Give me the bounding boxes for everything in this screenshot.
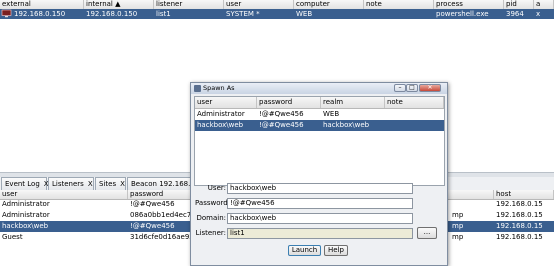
- tab-label: Event Log: [5, 180, 40, 188]
- col-list-realm[interactable]: realm: [321, 97, 385, 108]
- cred-source: mp: [452, 222, 464, 230]
- user-field[interactable]: hackbox\web: [227, 183, 413, 194]
- minimize-button[interactable]: –: [394, 84, 406, 92]
- col-user[interactable]: user: [224, 0, 294, 9]
- cred-host: 192.168.0.15: [496, 200, 543, 208]
- tab-label: Beacon 192.168.0.1: [131, 180, 192, 188]
- session-row[interactable]: 192.168.0.150 192.168.0.150 list1 SYSTEM…: [0, 9, 554, 19]
- tab-sites[interactable]: Sites X: [95, 177, 126, 190]
- close-icon[interactable]: X: [88, 180, 93, 188]
- app-icon: [194, 85, 201, 92]
- cred-user: Administrator: [2, 200, 50, 208]
- list-realm: WEB: [323, 110, 340, 118]
- session-user: SYSTEM *: [226, 10, 260, 18]
- col-computer[interactable]: computer: [294, 0, 364, 9]
- col-listener[interactable]: listener: [154, 0, 224, 9]
- session-process: powershell.exe: [436, 10, 489, 18]
- list-password: !@#Qwe456: [259, 110, 304, 118]
- col-cred-host[interactable]: host: [494, 190, 554, 199]
- launch-button[interactable]: Launch: [288, 245, 321, 256]
- domain-field[interactable]: hackbox\web: [227, 213, 413, 224]
- col-cred-user[interactable]: user: [0, 190, 128, 199]
- session-internal: 192.168.0.150: [86, 10, 138, 18]
- list-user: hackbox\web: [197, 121, 244, 129]
- domain-label: Domain:: [196, 214, 226, 222]
- session-computer: WEB: [296, 10, 313, 18]
- cred-host: 192.168.0.15: [496, 211, 543, 219]
- list-realm: hackbox\web: [323, 121, 370, 129]
- password-field[interactable]: !@#Qwe456: [227, 198, 413, 209]
- cred-host: 192.168.0.15: [496, 222, 543, 230]
- cred-user: Guest: [2, 233, 23, 241]
- list-password: !@#Qwe456: [259, 121, 304, 129]
- spawn-as-dialog: Spawn As – □ ✕ user password realm note …: [190, 82, 448, 266]
- cred-password: !@#Qwe456: [130, 200, 175, 208]
- close-icon[interactable]: X: [120, 180, 125, 188]
- cred-source: mp: [452, 233, 464, 241]
- browse-listener-button[interactable]: ...: [417, 227, 437, 239]
- tab-label: Listeners: [52, 180, 84, 188]
- col-note[interactable]: note: [364, 0, 434, 9]
- tab-event-log[interactable]: Event Log X: [1, 177, 49, 190]
- cred-password: !@#Qwe456: [130, 222, 175, 230]
- col-arch[interactable]: a: [534, 0, 554, 9]
- col-process[interactable]: process: [434, 0, 504, 9]
- session-arch: x: [536, 10, 541, 18]
- listener-field[interactable]: list1: [227, 228, 413, 239]
- credential-list-item[interactable]: hackbox\web !@#Qwe456 hackbox\web: [195, 120, 444, 131]
- listener-label: Listener:: [195, 229, 226, 237]
- col-list-note[interactable]: note: [385, 97, 444, 108]
- col-pid[interactable]: pid: [504, 0, 534, 9]
- browse-label: ...: [423, 228, 431, 236]
- credentials-list: user password realm note Administrator !@…: [194, 96, 445, 186]
- cred-user: hackbox\web: [2, 222, 49, 230]
- session-pid: 3964: [506, 10, 524, 18]
- col-list-password[interactable]: password: [257, 97, 321, 108]
- list-user: Administrator: [197, 110, 245, 118]
- list-header: user password realm note: [195, 97, 444, 109]
- help-button[interactable]: Help: [324, 245, 348, 256]
- cred-host: 192.168.0.15: [496, 233, 543, 241]
- tab-listeners[interactable]: Listeners X: [48, 177, 94, 190]
- password-label: Password:: [195, 199, 231, 207]
- session-listener: list1: [156, 10, 171, 18]
- cred-user: Administrator: [2, 211, 50, 219]
- cred-password: 31d6cfe0d16ae931b: [130, 233, 192, 241]
- col-list-user[interactable]: user: [195, 97, 257, 108]
- dialog-titlebar[interactable]: Spawn As – □ ✕: [191, 83, 447, 94]
- col-external[interactable]: external: [0, 0, 84, 9]
- credential-list-item[interactable]: Administrator !@#Qwe456 WEB: [195, 109, 444, 120]
- tab-beacon[interactable]: Beacon 192.168.0.1: [127, 177, 193, 190]
- dialog-title: Spawn As: [203, 84, 235, 92]
- col-internal[interactable]: internal ▲: [84, 0, 154, 9]
- maximize-button[interactable]: □: [406, 84, 418, 92]
- session-external: 192.168.0.150: [14, 10, 66, 18]
- user-label: User:: [207, 184, 226, 192]
- close-button[interactable]: ✕: [419, 84, 441, 92]
- cred-source: mp: [452, 211, 464, 219]
- tab-label: Sites: [99, 180, 117, 188]
- cred-password: 086a0bb1ed4ec722: [130, 211, 192, 219]
